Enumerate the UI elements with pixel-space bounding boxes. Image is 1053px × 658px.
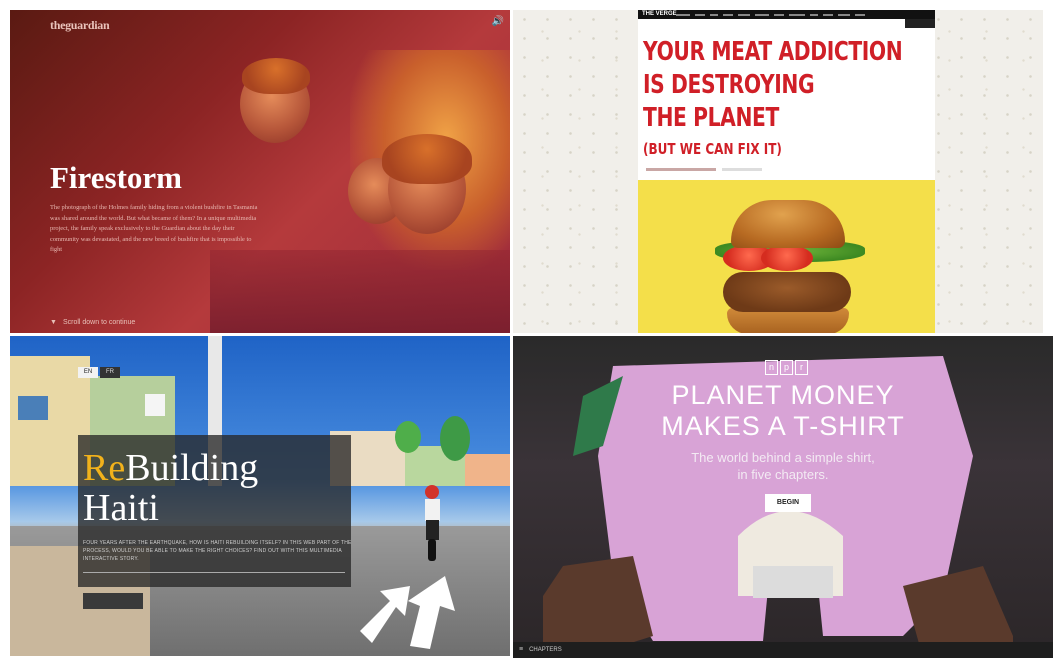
article-page: THE VERGE YOUR MEAT ADDICTION IS DESTROY…: [638, 10, 935, 333]
title-line-2: Haiti: [83, 487, 159, 529]
language-fr-button[interactable]: FR: [100, 367, 120, 378]
subtitle-line: in five chapters.: [737, 467, 829, 482]
start-button[interactable]: [83, 593, 143, 609]
subtitle: The world behind a simple shirt, in five…: [513, 449, 1053, 483]
road-arrow-marking: [360, 576, 455, 649]
npr-planet-money-panel: n p r PLANET MONEY MAKES A T-SHIRT The w…: [513, 336, 1053, 658]
headline-line: IS DESTROYING: [643, 70, 815, 100]
speaker-icon[interactable]: 🔊: [492, 16, 504, 27]
tree: [440, 416, 470, 461]
byline: [646, 168, 716, 171]
tree: [395, 421, 421, 453]
top-nav-bar: THE VERGE: [638, 10, 935, 19]
begin-button[interactable]: BEGIN: [765, 494, 811, 512]
child-hair: [382, 134, 472, 184]
title-accent: Re: [83, 447, 126, 489]
byline-date: [722, 168, 762, 171]
language-en-button[interactable]: EN: [78, 367, 98, 378]
water: [210, 250, 510, 333]
title-word: Building: [125, 447, 259, 489]
divider: [83, 572, 345, 573]
intro-text: The photograph of the Holmes family hidi…: [50, 204, 258, 253]
title-line: MAKES A T-SHIRT: [661, 411, 905, 441]
page-title: PLANET MONEY MAKES A T-SHIRT: [513, 380, 1053, 442]
npr-logo-letter: r: [795, 360, 808, 375]
chapters-bar[interactable]: ≡ CHAPTERS: [513, 642, 1053, 658]
share-bar[interactable]: [905, 19, 935, 28]
child-hair: [242, 58, 310, 94]
subheadline: (BUT WE CAN FIX IT): [643, 140, 782, 158]
headline-line: THE PLANET: [643, 103, 779, 133]
npr-logo[interactable]: n p r: [765, 360, 808, 375]
arrow-down-icon: ▼: [50, 319, 57, 326]
chapters-label: CHAPTERS: [529, 647, 562, 653]
guardian-logo[interactable]: theguardian: [50, 18, 110, 33]
nav-links[interactable]: [676, 10, 931, 19]
menu-icon: ≡: [519, 646, 524, 653]
rebuilding-haiti-panel: EN FR ReBuilding Haiti FOUR YEARS AFTER …: [10, 336, 510, 656]
page-title: ReBuilding Haiti: [83, 448, 258, 528]
npr-logo-letter: p: [780, 360, 793, 375]
npr-logo-letter: n: [765, 360, 778, 375]
intro-text: FOUR YEARS AFTER THE EARTHQUAKE, HOW IS …: [83, 540, 352, 562]
page-title: Firestorm: [50, 160, 182, 195]
title-line: PLANET MONEY: [671, 380, 895, 410]
verge-meat-panel: THE VERGE YOUR MEAT ADDICTION IS DESTROY…: [513, 10, 1043, 333]
burger-image: [713, 200, 865, 333]
bun-top: [731, 200, 845, 248]
tomato-slice: [761, 245, 813, 271]
guardian-firestorm-panel: theguardian 🔊 Firestorm The photograph o…: [10, 10, 510, 333]
scroll-hint[interactable]: ▼ Scroll down to continue: [50, 319, 135, 326]
patty: [723, 272, 851, 312]
window: [18, 396, 48, 420]
motorbike-rider: [425, 485, 440, 561]
building: [465, 454, 510, 486]
window: [145, 394, 165, 416]
scroll-hint-label: Scroll down to continue: [62, 319, 136, 326]
headline-line: YOUR MEAT ADDICTION: [643, 37, 903, 67]
headline: YOUR MEAT ADDICTION IS DESTROYING THE PL…: [643, 36, 939, 135]
verge-logo[interactable]: THE VERGE: [642, 10, 677, 19]
subtitle-line: The world behind a simple shirt,: [691, 450, 875, 465]
